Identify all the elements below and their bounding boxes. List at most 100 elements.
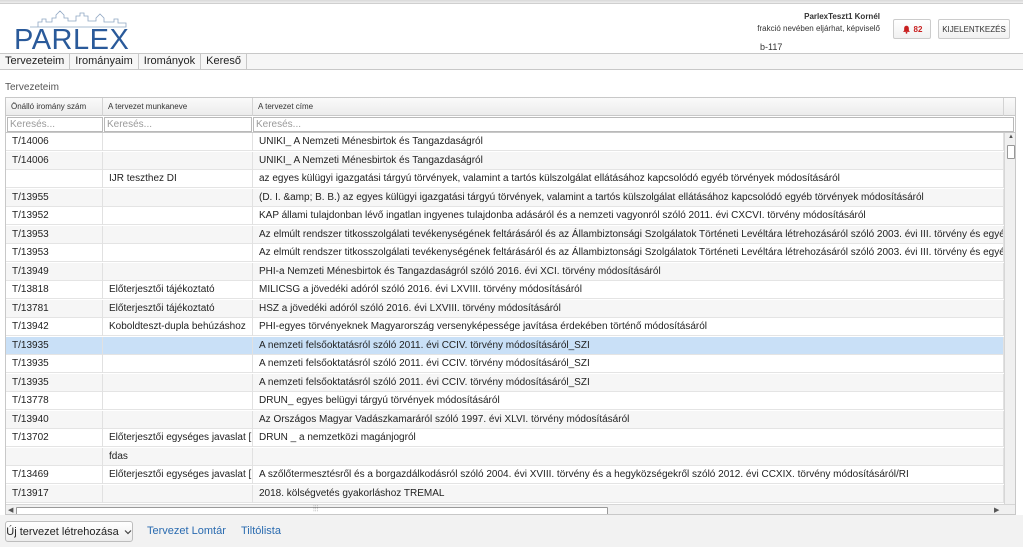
cell-cim: PHI-a Nemzeti Ménesbirtok és Tangazdaság… bbox=[253, 262, 1004, 281]
tiltolista-link[interactable]: Tiltólista bbox=[241, 525, 281, 537]
table-row[interactable]: T/13781 Előterjesztői tájékoztató HSZ a jö… bbox=[6, 299, 1004, 318]
table-row[interactable]: T/13935 A nemzeti felsőoktatásról szóló 2… bbox=[6, 336, 1004, 355]
cell-munkanev bbox=[103, 262, 253, 281]
menu-item-tervezeteim[interactable]: Tervezeteim bbox=[0, 54, 71, 69]
cell-szam: T/13953 bbox=[6, 225, 103, 244]
table-row[interactable]: T/13953 Az elmúlt rendszer titkosszolgála… bbox=[6, 244, 1004, 262]
vertical-scrollbar[interactable]: ▲ bbox=[1004, 133, 1015, 504]
menu-item-iromanyaim[interactable]: Irományaim bbox=[70, 54, 139, 69]
cell-cim: DRUN _ a nemzetközi magánjogról bbox=[253, 429, 1004, 447]
chevron-down-icon bbox=[124, 529, 132, 534]
cell-cim: A nemzeti felsőoktatásról szóló 2011. év… bbox=[253, 355, 1004, 373]
cell-cim: MILICSG a jövedéki adóról szóló 2016. év… bbox=[253, 281, 1004, 299]
cell-cim: UNIKI_ A Nemzeti Ménesbirtok és Tangazda… bbox=[253, 151, 1004, 170]
table-row[interactable]: T/13818 Előterjesztői tájékoztató MILICSG … bbox=[6, 281, 1004, 299]
lomtar-link[interactable]: Tervezet Lomtár bbox=[147, 525, 226, 537]
cell-szam: T/13702 bbox=[6, 429, 103, 447]
cell-munkanev bbox=[103, 244, 253, 262]
table-row[interactable]: fdas bbox=[6, 447, 1004, 466]
parlex-logo[interactable]: PARLEX bbox=[14, 10, 144, 56]
scroll-up-icon[interactable]: ▲ bbox=[1008, 134, 1014, 140]
drafts-grid: Önálló iromány szám A tervezet munkaneve… bbox=[5, 97, 1016, 515]
table-row[interactable]: T/13935 A nemzeti felsőoktatásról szóló 2… bbox=[6, 373, 1004, 392]
table-row[interactable]: T/13917 2018. kölségvetés gyakorláshoz TR… bbox=[6, 484, 1004, 503]
filter-input-szam[interactable] bbox=[7, 117, 103, 132]
bell-icon bbox=[902, 25, 910, 34]
bottom-toolbar: Új tervezet létrehozása Tervezet Lomtár … bbox=[0, 515, 1023, 547]
table-row[interactable]: T/13955 (D. I. &amp; B. B.) az egyes külü… bbox=[6, 188, 1004, 207]
cell-szam: T/13917 bbox=[6, 484, 103, 503]
cell-cim: Az elmúlt rendszer titkosszolgálati tevé… bbox=[253, 244, 1004, 262]
cell-cim: UNIKI_ A Nemzeti Ménesbirtok és Tangazda… bbox=[253, 133, 1004, 151]
menu-item-kereso[interactable]: Kereső bbox=[201, 54, 247, 69]
table-row[interactable]: T/13940 Az Országos Magyar Vadászkamaráró… bbox=[6, 410, 1004, 429]
table-row[interactable]: T/14006 UNIKI_ A Nemzeti Ménesbirtok és T… bbox=[6, 151, 1004, 170]
cell-munkanev bbox=[103, 188, 253, 207]
section-title: Tervezeteim bbox=[5, 82, 59, 93]
cell-munkanev bbox=[103, 225, 253, 244]
cell-cim bbox=[253, 447, 1004, 466]
cell-cim: (D. I. &amp; B. B.) az egyes külügyi iga… bbox=[253, 188, 1004, 207]
table-row[interactable]: T/14006 UNIKI_ A Nemzeti Ménesbirtok és T… bbox=[6, 133, 1004, 151]
cell-munkanev bbox=[103, 392, 253, 410]
cell-cim: 2018. kölségvetés gyakorláshoz TREMAL bbox=[253, 484, 1004, 503]
cell-cim: HSZ a jövedéki adóról szóló 2016. évi LX… bbox=[253, 299, 1004, 318]
create-draft-button[interactable]: Új tervezet létrehozása bbox=[5, 521, 133, 542]
table-row[interactable]: IJR teszthez DI az egyes külügyi igazgatá… bbox=[6, 170, 1004, 188]
cell-szam: T/13952 bbox=[6, 207, 103, 225]
cell-szam: T/13940 bbox=[6, 410, 103, 429]
notification-count: 82 bbox=[913, 24, 923, 34]
table-row[interactable]: T/13778 DRUN_ egyes belügyi tárgyú törvén… bbox=[6, 392, 1004, 410]
cell-szam: T/13935 bbox=[6, 336, 103, 355]
table-row[interactable]: T/13949 PHI-a Nemzeti Ménesbirtok és Tang… bbox=[6, 262, 1004, 281]
cell-szam bbox=[6, 447, 103, 466]
app-header: PARLEX ParlexTeszt1 Kornél frakció nevéb… bbox=[0, 4, 1023, 56]
create-draft-label: Új tervezet létrehozása bbox=[6, 525, 119, 538]
notifications-button[interactable]: 82 bbox=[893, 19, 931, 39]
table-row[interactable]: T/13942 Koboldteszt-dupla behúzáshoz PHI-e… bbox=[6, 318, 1004, 336]
scroll-grip-icon: ⦙⦙⦙ bbox=[313, 504, 319, 513]
cell-szam: T/13955 bbox=[6, 188, 103, 207]
table-row[interactable]: T/13469 Előterjesztői egységes javaslat [… bbox=[6, 466, 1004, 484]
column-header-szam[interactable]: Önálló iromány szám bbox=[6, 98, 103, 116]
scroll-left-icon[interactable]: ◀ bbox=[8, 506, 13, 514]
table-row[interactable]: T/13935 A nemzeti felsőoktatásról szóló 2… bbox=[6, 355, 1004, 373]
cell-szam: T/13935 bbox=[6, 373, 103, 392]
cell-szam: T/13949 bbox=[6, 262, 103, 281]
horizontal-scroll-thumb[interactable]: ⦙⦙⦙ bbox=[16, 504, 608, 514]
column-header-munkanev[interactable]: A tervezet munkaneve bbox=[103, 98, 253, 116]
cell-munkanev: IJR teszthez DI bbox=[103, 170, 253, 188]
cell-szam: T/13781 bbox=[6, 299, 103, 318]
cell-cim: KAP állami tulajdonban lévő ingatlan ing… bbox=[253, 207, 1004, 225]
user-info: ParlexTeszt1 Kornél frakció nevében eljá… bbox=[740, 9, 880, 33]
filter-input-cim[interactable] bbox=[253, 117, 1014, 132]
cell-munkanev: Előterjesztői egységes javaslat [ bbox=[103, 429, 253, 447]
filter-input-munkanev[interactable] bbox=[104, 117, 252, 132]
cell-szam: T/13818 bbox=[6, 281, 103, 299]
cell-szam: T/14006 bbox=[6, 151, 103, 170]
table-row[interactable]: T/13953 Az elmúlt rendszer titkosszolgála… bbox=[6, 225, 1004, 244]
cell-munkanev: fdas bbox=[103, 447, 253, 466]
scroll-right-icon[interactable]: ▶ bbox=[994, 506, 999, 514]
cell-munkanev bbox=[103, 484, 253, 503]
cell-munkanev: Előterjesztői egységes javaslat [ bbox=[103, 466, 253, 484]
menu-item-iromanyok[interactable]: Irományok bbox=[139, 54, 202, 69]
cell-szam: T/13942 bbox=[6, 318, 103, 336]
cell-cim: A szőlőtermesztésről és a borgazdálkodás… bbox=[253, 466, 1004, 484]
main-menu: Tervezeteim Irományaim Irományok Kereső bbox=[0, 53, 1023, 70]
table-row[interactable]: T/13952 KAP állami tulajdonban lévő ingat… bbox=[6, 207, 1004, 225]
logout-button[interactable]: KIJELENTKEZÉS bbox=[938, 19, 1010, 39]
cell-munkanev bbox=[103, 355, 253, 373]
table-row[interactable]: T/13702 Előterjesztői egységes javaslat [… bbox=[6, 429, 1004, 447]
vertical-scroll-thumb[interactable] bbox=[1007, 145, 1015, 159]
cell-cim: DRUN_ egyes belügyi tárgyú törvények mód… bbox=[253, 392, 1004, 410]
column-header-cim[interactable]: A tervezet címe bbox=[253, 98, 1004, 116]
cell-munkanev bbox=[103, 410, 253, 429]
cell-munkanev: Koboldteszt-dupla behúzáshoz bbox=[103, 318, 253, 336]
user-name: ParlexTeszt1 Kornél bbox=[804, 12, 880, 21]
cell-szam bbox=[6, 170, 103, 188]
cell-munkanev bbox=[103, 336, 253, 355]
cell-szam: T/14006 bbox=[6, 133, 103, 151]
cell-cim: A nemzeti felsőoktatásról szóló 2011. év… bbox=[253, 336, 1004, 355]
horizontal-scrollbar[interactable]: ◀ ⦙⦙⦙ ▶ bbox=[6, 504, 1015, 514]
